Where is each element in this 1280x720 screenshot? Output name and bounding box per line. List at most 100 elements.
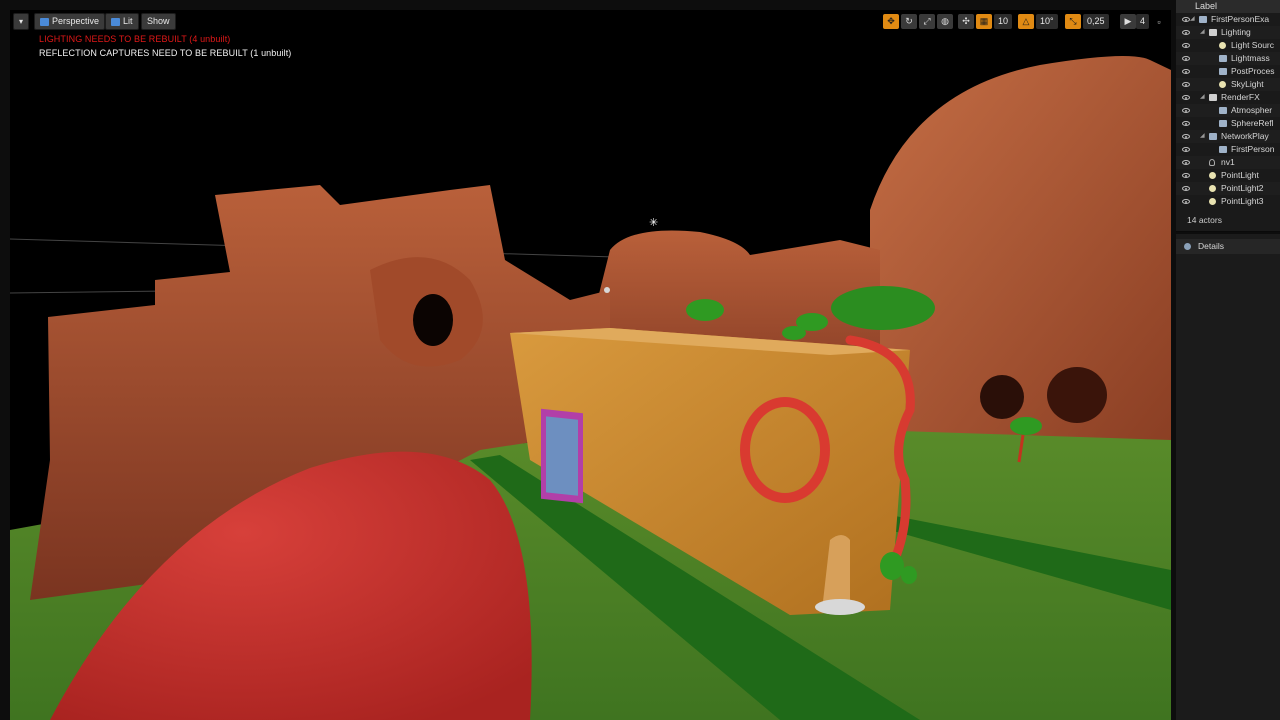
camera-speed-icon[interactable]: ▶ xyxy=(1120,14,1136,29)
reflection-warning: REFLECTION CAPTURES NEED TO BE REBUILT (… xyxy=(39,48,292,58)
outliner-row-label: PostProces xyxy=(1231,66,1275,76)
expand-arrow-icon[interactable]: ◢ xyxy=(1200,26,1205,39)
outliner-row[interactable]: Lightmass xyxy=(1176,52,1280,65)
details-icon xyxy=(1184,243,1191,250)
visibility-eye-icon[interactable] xyxy=(1182,173,1190,178)
outliner-row[interactable]: SkyLight xyxy=(1176,78,1280,91)
actor-icon xyxy=(1219,146,1227,153)
outliner-row[interactable]: nv1 xyxy=(1176,156,1280,169)
outliner-row-label: Light Sourc xyxy=(1231,40,1274,50)
actor-icon xyxy=(1219,120,1227,127)
outliner-row[interactable]: ◢ Lighting xyxy=(1176,26,1280,39)
rotation-snap-value[interactable]: 10° xyxy=(1036,14,1058,29)
outliner-row-label: nv1 xyxy=(1221,157,1235,167)
lit-icon xyxy=(111,17,120,26)
outliner-row[interactable]: PointLight3 xyxy=(1176,195,1280,208)
lit-label: Lit xyxy=(123,16,133,26)
camera-speed-value[interactable]: 4 xyxy=(1136,14,1150,29)
outliner-header-label[interactable]: Label xyxy=(1176,0,1280,13)
light-icon xyxy=(1219,42,1226,49)
visibility-eye-icon[interactable] xyxy=(1182,43,1190,48)
outliner-row-label: SkyLight xyxy=(1231,79,1264,89)
outliner-row-label: Lightmass xyxy=(1231,53,1270,63)
lighting-warning: LIGHTING NEEDS TO BE REBUILT (4 unbuilt) xyxy=(39,34,231,44)
grid-snap-value[interactable]: 10 xyxy=(994,14,1013,29)
visibility-eye-icon[interactable] xyxy=(1182,147,1190,152)
actor-count: 14 actors xyxy=(1187,215,1222,225)
light-icon xyxy=(1209,198,1216,205)
outliner-tree: ◢ FirstPersonExa ◢ Lighting Light Sourc Light… xyxy=(1176,13,1280,208)
viewport-toolbar: ▾ Perspective Lit Show ✥ ↻ ⤢ ◍ ✣ ▦ 10 △ … xyxy=(10,10,1171,32)
outliner-row[interactable]: PostProces xyxy=(1176,65,1280,78)
outliner-row-label: PointLight3 xyxy=(1221,196,1264,206)
outliner-row[interactable]: Atmospher xyxy=(1176,104,1280,117)
perspective-label: Perspective xyxy=(52,16,100,26)
outliner-row[interactable]: PointLight xyxy=(1176,169,1280,182)
rotation-snap-icon[interactable]: △ xyxy=(1018,14,1034,29)
outliner-row[interactable]: Light Sourc xyxy=(1176,39,1280,52)
light-icon xyxy=(1209,172,1216,179)
surface-snap-icon[interactable]: ✣ xyxy=(958,14,974,29)
light-icon xyxy=(1219,81,1226,88)
visibility-eye-icon[interactable] xyxy=(1182,160,1190,165)
outliner-row-label: PointLight xyxy=(1221,170,1259,180)
details-panel: Details xyxy=(1176,234,1280,720)
world-outliner: Label ◢ FirstPersonExa ◢ Lighting Light Sour… xyxy=(1176,0,1280,232)
actor-icon xyxy=(1219,68,1227,75)
visibility-eye-icon[interactable] xyxy=(1182,82,1190,87)
scale-snap-value[interactable]: 0,25 xyxy=(1083,14,1109,29)
outliner-row-label: RenderFX xyxy=(1221,92,1260,102)
outliner-row[interactable]: PointLight2 xyxy=(1176,182,1280,195)
show-label: Show xyxy=(147,16,170,26)
details-tab-label: Details xyxy=(1198,241,1224,251)
chevron-down-icon: ▾ xyxy=(18,17,23,26)
map-icon xyxy=(1199,16,1207,23)
show-button[interactable]: Show xyxy=(141,13,176,30)
visibility-eye-icon[interactable] xyxy=(1182,108,1190,113)
details-tab[interactable]: Details xyxy=(1176,239,1280,254)
world-space-icon[interactable]: ◍ xyxy=(937,14,953,29)
outliner-row-label: FirstPersonExa xyxy=(1211,14,1270,24)
rotate-tool-icon[interactable]: ↻ xyxy=(901,14,917,29)
scale-snap-icon[interactable]: ⤡ xyxy=(1065,14,1081,29)
expand-arrow-icon[interactable]: ◢ xyxy=(1200,130,1205,143)
outliner-row-label: SphereRefl xyxy=(1231,118,1274,128)
maximize-viewport-icon[interactable]: ▫ xyxy=(1152,14,1166,29)
visibility-eye-icon[interactable] xyxy=(1182,134,1190,139)
scene-render[interactable] xyxy=(10,10,1171,720)
expand-arrow-icon[interactable]: ◢ xyxy=(1200,91,1205,104)
visibility-eye-icon[interactable] xyxy=(1182,121,1190,126)
actor-icon xyxy=(1209,133,1217,140)
grid-snap-icon[interactable]: ▦ xyxy=(976,14,992,29)
folder-icon xyxy=(1209,94,1217,101)
outliner-row-label: NetworkPlay xyxy=(1221,131,1269,141)
translate-tool-icon[interactable]: ✥ xyxy=(883,14,899,29)
outliner-row[interactable]: ◢ RenderFX xyxy=(1176,91,1280,104)
camera-gizmo-icon: ✳ xyxy=(649,217,659,229)
visibility-eye-icon[interactable] xyxy=(1182,199,1190,204)
pawn-icon xyxy=(1209,159,1215,166)
visibility-eye-icon[interactable] xyxy=(1182,30,1190,35)
visibility-eye-icon[interactable] xyxy=(1182,69,1190,74)
outliner-row[interactable]: SphereRefl xyxy=(1176,117,1280,130)
outliner-row-label: Atmospher xyxy=(1231,105,1273,115)
visibility-eye-icon[interactable] xyxy=(1182,186,1190,191)
outliner-row-label: Lighting xyxy=(1221,27,1251,37)
scale-tool-icon[interactable]: ⤢ xyxy=(919,14,935,29)
outliner-row[interactable]: ◢ FirstPersonExa xyxy=(1176,13,1280,26)
view-mode-button[interactable]: Lit xyxy=(105,13,139,30)
outliner-row[interactable]: ◢ NetworkPlay xyxy=(1176,130,1280,143)
light-icon xyxy=(1209,185,1216,192)
visibility-eye-icon[interactable] xyxy=(1182,95,1190,100)
visibility-eye-icon[interactable] xyxy=(1182,56,1190,61)
actor-icon xyxy=(1219,107,1227,114)
actor-icon xyxy=(1219,55,1227,62)
viewport-options-button[interactable]: ▾ xyxy=(13,13,29,30)
expand-arrow-icon[interactable]: ◢ xyxy=(1190,13,1195,26)
level-viewport[interactable]: ✳ ▾ Perspective Lit Show ✥ ↻ ⤢ ◍ ✣ ▦ 10 … xyxy=(10,10,1171,720)
visibility-eye-icon[interactable] xyxy=(1182,17,1190,22)
outliner-row[interactable]: FirstPerson xyxy=(1176,143,1280,156)
perspective-button[interactable]: Perspective xyxy=(34,13,106,30)
outliner-row-label: PointLight2 xyxy=(1221,183,1264,193)
perspective-icon xyxy=(40,17,49,26)
